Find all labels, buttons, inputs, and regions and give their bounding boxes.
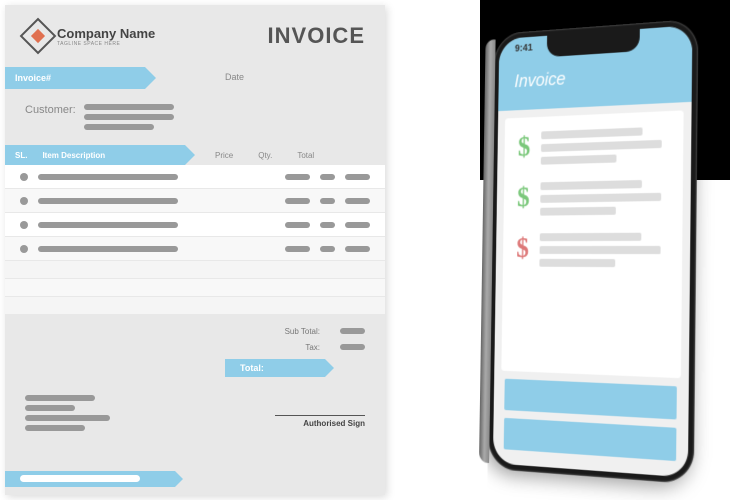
dollar-icon: $ [518,132,531,165]
col-qty: Qty. [258,151,272,160]
total-label: Total: [225,359,325,377]
phone-notch [547,29,640,57]
phone-footer [493,378,689,462]
paper-invoice: Company Name TAGLINE SPACE HERE INVOICE … [5,5,385,495]
table-body [5,165,385,315]
footer-notes-placeholder [25,395,110,431]
invoice-entry: $ [516,233,667,268]
dollar-icon: $ [517,183,530,216]
table-row [5,165,385,189]
col-price: Price [215,151,233,160]
table-header: SL. Item Description Price Qty. Total [5,145,385,165]
col-total: Total [297,151,314,160]
subtotal-label: Sub Total: [285,327,320,336]
summary-block [504,379,677,420]
signature-label: Authorised Sign [275,419,365,428]
invoice-entry: $ [517,179,668,216]
phone-invoice-list: $ $ [501,110,683,378]
logo-icon [20,18,57,55]
col-sl: SL. [15,151,27,160]
table-row [5,189,385,213]
bottom-ribbon [5,471,175,487]
table-row [5,213,385,237]
invoice-number-label: Invoice# [5,67,145,89]
company-logo-block: Company Name TAGLINE SPACE HERE [25,23,155,49]
invoice-entry: $ [518,126,669,165]
status-time: 9:41 [515,43,533,55]
dollar-icon: $ [516,233,529,266]
table-row [5,237,385,261]
invoice-title: INVOICE [268,23,365,49]
phone-mockup: 9:41 Invoice $ $ [488,19,699,485]
date-label: Date [205,67,264,89]
company-name: Company Name [57,26,155,41]
tax-label: Tax: [305,343,320,352]
col-desc: Item Description [42,151,105,160]
customer-placeholder [84,104,174,130]
company-tagline: TAGLINE SPACE HERE [57,41,155,47]
customer-label: Customer: [25,104,76,130]
signature-area: Authorised Sign [275,415,365,431]
summary-block [504,418,677,461]
